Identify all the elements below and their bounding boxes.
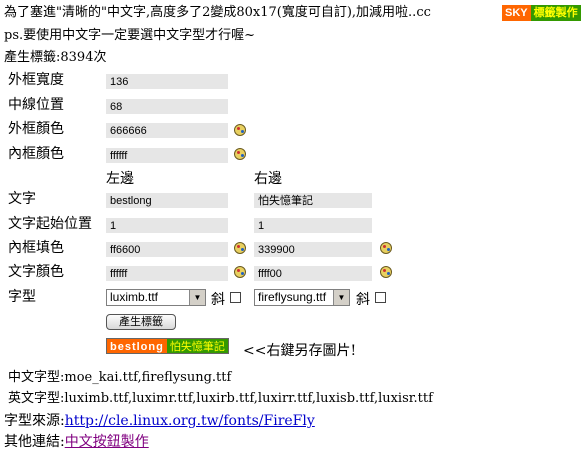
generated-label-preview: bestlong 怕失憶筆記 — [106, 338, 229, 354]
other-links-label: 其他連結: — [4, 434, 65, 450]
palette-icon[interactable] — [234, 266, 246, 278]
left-column-header: 左邊 — [106, 171, 134, 187]
fill-left-input[interactable]: ff6600 — [106, 242, 228, 257]
save-image-hint: <<右鍵另存圖片! — [243, 343, 357, 359]
palette-icon[interactable] — [380, 242, 392, 254]
font-label: 字型 — [8, 289, 36, 305]
italic-right-label: 斜 — [356, 292, 370, 308]
start-left-input[interactable]: 1 — [106, 218, 228, 233]
font-right-value: fireflysung.ttf — [258, 290, 327, 304]
text-left-input[interactable]: bestlong — [106, 193, 228, 208]
mid-line-label: 中線位置 — [8, 97, 64, 113]
font-left-value: luximb.ttf — [110, 290, 159, 304]
start-right-input[interactable]: 1 — [254, 218, 372, 233]
font-left-select[interactable]: luximb.ttf ▼ — [106, 289, 206, 306]
generated-counter: 產生標籤:8394次 — [4, 50, 107, 65]
chinese-fonts-info: 中文字型:moe_kai.ttf,fireflysung.ttf — [8, 370, 232, 385]
fill-color-label: 內框填色 — [8, 240, 64, 256]
palette-icon[interactable] — [234, 242, 246, 254]
italic-left-checkbox[interactable] — [230, 292, 241, 303]
badge-right-text: 標籤製作 — [530, 5, 581, 21]
intro-line-2: ps.要使用中文字一定要選中文字型才行喔~ — [4, 28, 256, 43]
font-source-row: 字型來源:http://cle.linux.org.tw/fonts/FireF… — [4, 410, 315, 430]
mid-line-input[interactable]: 68 — [106, 99, 228, 114]
outer-width-label: 外框寬度 — [8, 72, 64, 88]
preview-right-text: 怕失憶筆記 — [166, 339, 228, 353]
text-color-left-input[interactable]: ffffff — [106, 266, 228, 281]
outer-color-label: 外框顏色 — [8, 121, 64, 137]
badge-left-text: SKY — [502, 5, 531, 21]
text-label: 文字 — [8, 191, 36, 207]
right-column-header: 右邊 — [254, 171, 282, 187]
text-color-right-input[interactable]: ffff00 — [254, 266, 372, 281]
inner-color-label: 內框顏色 — [8, 146, 64, 162]
start-position-label: 文字起始位置 — [8, 216, 92, 232]
chevron-down-icon[interactable]: ▼ — [189, 290, 205, 305]
other-links-row: 其他連結:中文按鈕製作 — [4, 431, 149, 451]
generate-label-button[interactable]: 產生標籤 — [106, 314, 176, 330]
text-color-label: 文字顏色 — [8, 264, 64, 280]
intro-line-1: 為了塞進"清晰的"中文字,高度多了2變成80x17(寬度可自訂),加減用啦..c… — [4, 5, 431, 20]
font-source-link[interactable]: http://cle.linux.org.tw/fonts/FireFly — [65, 413, 315, 429]
outer-width-input[interactable]: 136 — [106, 74, 228, 89]
chinese-button-maker-link[interactable]: 中文按鈕製作 — [65, 434, 149, 450]
english-fonts-info: 英文字型:luximb.ttf,luximr.ttf,luxirb.ttf,lu… — [8, 391, 433, 406]
font-right-select[interactable]: fireflysung.ttf ▼ — [254, 289, 350, 306]
palette-icon[interactable] — [234, 124, 246, 136]
italic-left-label: 斜 — [211, 292, 225, 308]
font-source-label: 字型來源: — [4, 413, 65, 429]
preview-left-text: bestlong — [107, 339, 167, 353]
fill-right-input[interactable]: 339900 — [254, 242, 372, 257]
palette-icon[interactable] — [234, 148, 246, 160]
italic-right-checkbox[interactable] — [375, 292, 386, 303]
chevron-down-icon[interactable]: ▼ — [333, 290, 349, 305]
sky-label-badge: SKY 標籤製作 — [502, 5, 581, 21]
palette-icon[interactable] — [380, 266, 392, 278]
outer-color-input[interactable]: 666666 — [106, 123, 228, 138]
inner-color-input[interactable]: ffffff — [106, 148, 228, 163]
text-right-input[interactable]: 怕失憶筆記 — [254, 193, 372, 208]
